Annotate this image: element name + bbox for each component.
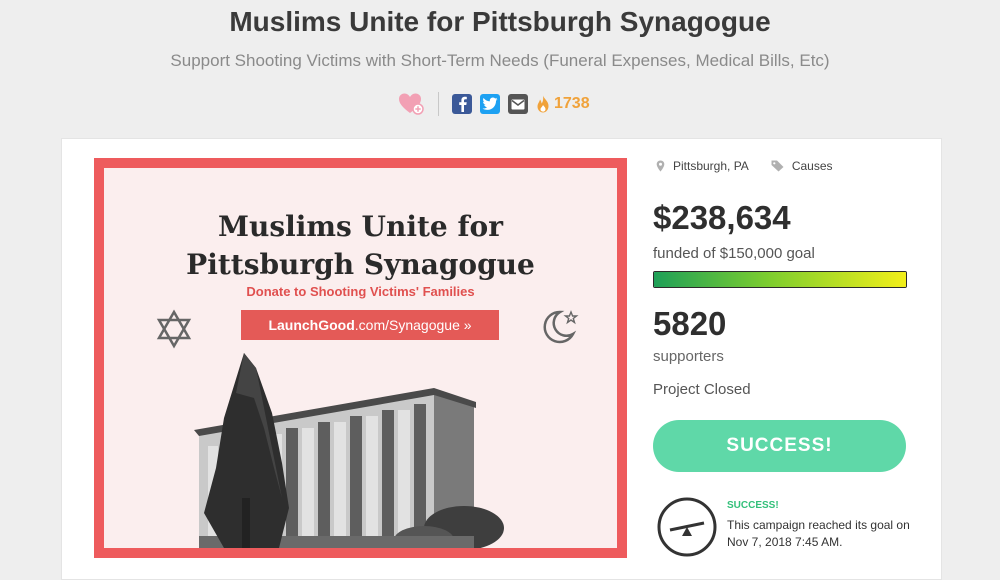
star-of-david-icon — [156, 309, 192, 349]
category-tag[interactable]: Causes — [771, 159, 833, 173]
success-status-message: This campaign reached its goal on Nov 7,… — [727, 518, 910, 549]
share-count: 1738 — [554, 95, 590, 112]
facebook-icon[interactable] — [452, 94, 472, 114]
page-subtitle: Support Shooting Victims with Short-Term… — [170, 51, 830, 70]
tag-icon — [771, 160, 784, 172]
crescent-star-icon — [543, 310, 579, 344]
supporters-label: supporters — [653, 348, 724, 365]
funding-progress-bar — [653, 271, 907, 288]
hero-title-line2: Pittsburgh Synagogue — [186, 248, 535, 281]
supporters-count: 5820 — [653, 305, 727, 342]
hero-title: Muslims Unite for Pittsburgh Synagogue — [104, 208, 617, 284]
success-button[interactable]: SUCCESS! — [653, 420, 906, 472]
location-tag[interactable]: Pittsburgh, PA — [656, 159, 749, 173]
hero-link-path: .com/Synagogue » — [354, 317, 472, 333]
hero-link-banner: LaunchGood .com/Synagogue » — [241, 310, 499, 340]
funding-progress-fill — [654, 272, 906, 287]
hero-title-line1: Muslims Unite for — [218, 210, 503, 243]
balance-scale-icon — [657, 497, 717, 557]
amount-raised: $238,634 — [653, 199, 791, 236]
heart-add-icon[interactable] — [398, 92, 426, 116]
category-label: Causes — [791, 159, 833, 173]
campaign-meta: Pittsburgh, PA Causes — [656, 159, 855, 173]
hero-link-brand: LaunchGood — [268, 317, 355, 333]
hero-subtitle: Donate to Shooting Victims' Families — [246, 284, 475, 299]
success-status-title: SUCCESS! — [727, 500, 779, 511]
twitter-icon[interactable] — [480, 94, 500, 114]
flame-icon — [536, 95, 550, 113]
share-divider — [438, 92, 439, 116]
project-status: Project Closed — [653, 381, 751, 398]
page-title: Muslims Unite for Pittsburgh Synagogue — [229, 6, 771, 37]
funded-goal-text: funded of $150,000 goal — [653, 245, 815, 262]
location-label: Pittsburgh, PA — [673, 159, 749, 173]
campaign-hero-image: Muslims Unite for Pittsburgh Synagogue D… — [94, 158, 627, 558]
share-bar: 1738 — [398, 91, 590, 117]
location-pin-icon — [656, 160, 665, 172]
email-icon[interactable] — [508, 94, 528, 114]
